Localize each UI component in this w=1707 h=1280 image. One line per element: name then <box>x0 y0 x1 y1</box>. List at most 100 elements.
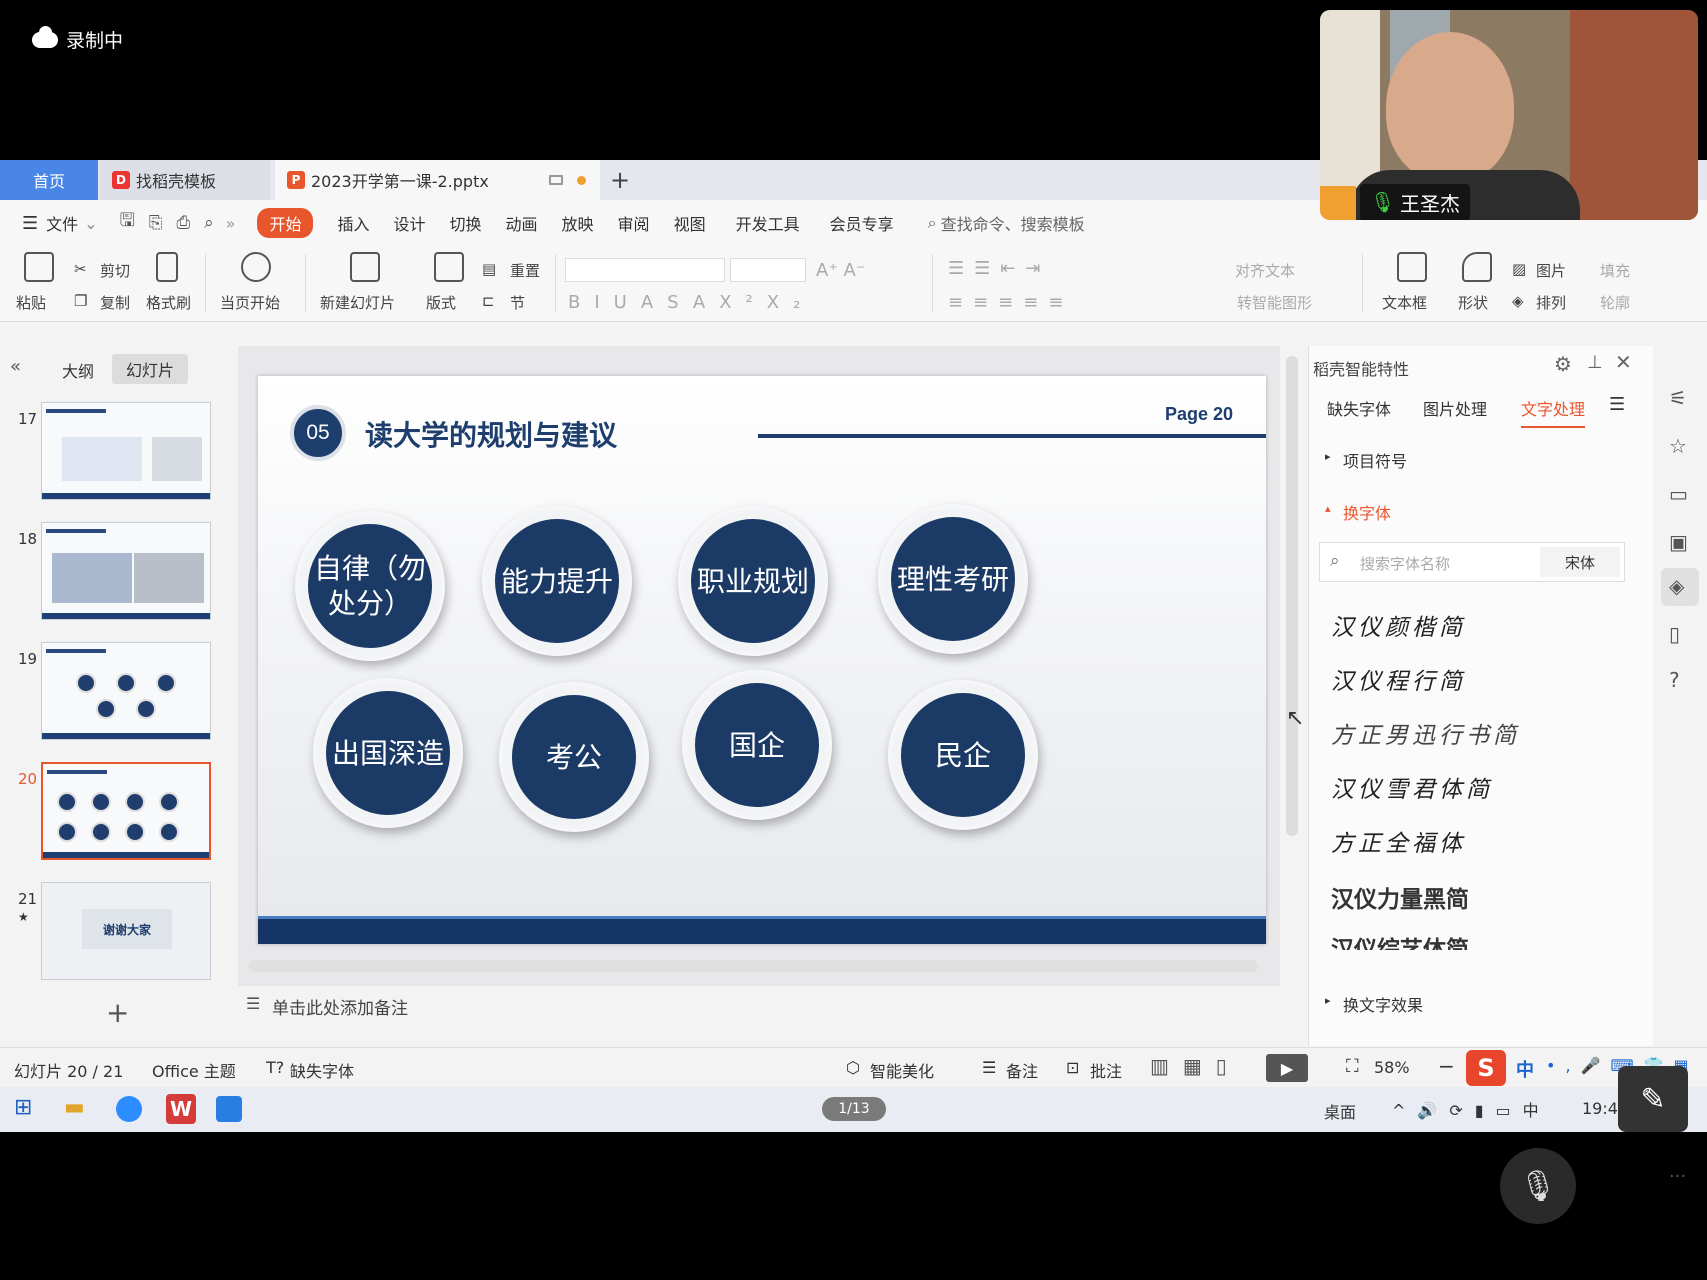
menu-start[interactable]: 开始 <box>257 208 314 238</box>
menu-view[interactable]: 视图 <box>674 211 706 235</box>
tab-image-processing[interactable]: 图片处理 <box>1423 396 1487 420</box>
paste-icon[interactable] <box>24 252 54 282</box>
play-slideshow-button[interactable]: ▶ <box>1266 1054 1308 1082</box>
font-search-box[interactable]: ⌕ 搜索字体名称 宋体 <box>1319 542 1625 582</box>
new-slide-icon[interactable] <box>350 252 380 282</box>
meeting-app-icon[interactable] <box>216 1096 242 1122</box>
outline-button[interactable]: 轮廓 <box>1600 292 1630 313</box>
menu-transition[interactable]: 切换 <box>450 211 482 235</box>
bullet-section[interactable]: 项目符号 <box>1343 448 1407 472</box>
slide-thumbnail-20-selected[interactable] <box>41 762 211 860</box>
font-option[interactable]: 方正男迅行书简 <box>1331 716 1520 750</box>
panel-title[interactable]: 稻壳智能特性 <box>1313 356 1409 380</box>
font-search-input[interactable]: 搜索字体名称 <box>1360 553 1450 574</box>
collapse-panel-icon[interactable]: « <box>10 356 21 377</box>
file-explorer-icon[interactable]: ▬ <box>64 1095 85 1120</box>
zoom-level[interactable]: 58% <box>1374 1058 1410 1077</box>
menu-member[interactable]: 会员专享 <box>830 211 894 235</box>
align-text-button[interactable]: 对齐文本 <box>1235 260 1295 281</box>
font-size-select[interactable] <box>730 258 806 282</box>
new-tab-plus-icon[interactable]: + <box>610 166 630 194</box>
ime-mode[interactable]: 中 <box>1516 1056 1534 1082</box>
pin-icon[interactable]: ⊥ <box>1587 352 1603 373</box>
tab-slides[interactable]: 幻灯片 <box>112 354 189 384</box>
participant-video[interactable]: 王圣杰 🎙 <box>1320 10 1698 220</box>
paste-button[interactable]: 粘贴 <box>16 292 46 313</box>
text-format-icons[interactable]: BIUASAX²X₂ <box>568 292 814 313</box>
zoom-app-icon[interactable] <box>116 1096 142 1122</box>
smart-shape-button[interactable]: 转智能图形 <box>1237 292 1312 313</box>
text-effect-section[interactable]: 换文字效果 <box>1343 992 1423 1016</box>
menu-icon[interactable]: ☰ <box>1609 394 1625 415</box>
play-icon[interactable] <box>241 252 271 282</box>
font-option[interactable]: 汉仪雪君体简 <box>1331 770 1493 804</box>
slide-thumbnail-21[interactable]: 谢谢大家 <box>41 882 211 980</box>
zoom-out-icon[interactable]: − <box>1438 1054 1455 1078</box>
picture-button[interactable]: 图片 <box>1536 260 1566 281</box>
textbox-button[interactable]: 文本框 <box>1382 292 1427 313</box>
format-painter-icon[interactable] <box>156 252 178 282</box>
notes-area[interactable]: ☰ 单击此处添加备注 <box>238 986 1288 1046</box>
more-chevron-icon[interactable]: » <box>226 214 236 233</box>
file-menu[interactable]: 文件 <box>46 211 78 235</box>
tab-missing-font[interactable]: 缺失字体 <box>1327 396 1391 420</box>
tab-daoke-templates[interactable]: D 找稻壳模板 <box>100 160 270 200</box>
book-icon[interactable]: ▯ <box>1669 622 1680 646</box>
notes-toggle-button[interactable]: 备注 <box>1006 1058 1038 1082</box>
menu-design[interactable]: 设计 <box>393 211 425 235</box>
tab-text-processing[interactable]: 文字处理 <box>1521 396 1586 428</box>
list-icons[interactable]: ☰☰⇤⇥ <box>948 258 1050 279</box>
comment-icon[interactable]: ▭ <box>1669 482 1688 506</box>
play-from-current-button[interactable]: 当页开始 <box>220 292 280 313</box>
menu-animation[interactable]: 动画 <box>506 211 538 235</box>
layout-icon[interactable] <box>434 252 464 282</box>
command-search-input[interactable]: 查找命令、搜索模板 <box>941 211 1085 235</box>
theme-name[interactable]: Office 主题 <box>152 1058 236 1082</box>
scroll-thumb[interactable] <box>1286 356 1298 836</box>
preview-icon[interactable]: ⌕ <box>204 213 214 233</box>
change-font-section[interactable]: 换字体 <box>1343 500 1391 524</box>
font-name-select[interactable] <box>565 258 725 282</box>
tab-home[interactable]: 首页 <box>0 160 98 200</box>
add-slide-plus-icon[interactable]: + <box>106 996 129 1029</box>
system-tray-icons[interactable]: ^🔊⟳▮▭中 <box>1392 1097 1551 1121</box>
menu-developer[interactable]: 开发工具 <box>736 211 800 235</box>
fit-window-icon[interactable]: ⛶ <box>1346 1056 1359 1077</box>
comment-toggle-button[interactable]: 批注 <box>1090 1058 1122 1082</box>
settings-sliders-icon[interactable]: ⚟ <box>1669 386 1687 410</box>
menu-review[interactable]: 审阅 <box>618 211 650 235</box>
save-icon[interactable]: 🖫 <box>120 208 135 238</box>
tab-outline[interactable]: 大纲 <box>62 358 94 382</box>
smart-beautify-button[interactable]: 智能美化 <box>870 1058 934 1082</box>
current-slide[interactable]: 05 读大学的规划与建议 Page 20 自律（勿处分） 能力提升 职业规划 理… <box>258 376 1266 944</box>
cut-button[interactable]: 剪切 <box>100 260 130 281</box>
shape-button[interactable]: 形状 <box>1458 292 1488 313</box>
slide-thumbnail-17[interactable] <box>41 402 211 500</box>
image-icon[interactable]: ▣ <box>1669 530 1688 554</box>
windows-start-icon[interactable]: ⊞ <box>14 1095 32 1120</box>
reset-button[interactable]: 重置 <box>510 260 540 281</box>
desktop-label[interactable]: 桌面 <box>1324 1099 1356 1123</box>
help-icon[interactable]: ? <box>1669 668 1680 692</box>
close-icon[interactable]: ✕ <box>1615 350 1632 374</box>
slide-thumbnail-19[interactable] <box>41 642 211 740</box>
arrange-button[interactable]: 排列 <box>1536 292 1566 313</box>
print-icon[interactable]: ⎙ <box>177 213 191 233</box>
view-mode-icons[interactable]: ▥▦▯ <box>1150 1054 1241 1078</box>
vertical-scrollbar[interactable] <box>1280 346 1304 986</box>
mute-mic-icon[interactable]: 🎙 <box>1500 1148 1576 1224</box>
tab-document[interactable]: P 2023开学第一课-2.pptx <box>275 160 600 200</box>
font-option[interactable]: 汉仪颜楷简 <box>1331 608 1466 642</box>
format-painter-button[interactable]: 格式刷 <box>146 292 191 313</box>
textbox-icon[interactable] <box>1397 252 1427 282</box>
font-option[interactable]: 汉仪综艺体简 <box>1331 930 1469 950</box>
section-button[interactable]: 节 <box>510 292 525 313</box>
layout-button[interactable]: 版式 <box>426 292 456 313</box>
hamburger-icon[interactable]: ☰ <box>22 213 38 234</box>
font-option[interactable]: 方正全福体 <box>1331 824 1466 858</box>
grow-font-icon[interactable]: A⁺ A⁻ <box>816 260 865 281</box>
fill-button[interactable]: 填充 <box>1600 260 1630 281</box>
horizontal-scrollbar[interactable] <box>248 960 1258 972</box>
annotate-pen-icon[interactable]: ✎ <box>1618 1066 1688 1132</box>
font-option[interactable]: 汉仪力量黑简 <box>1331 880 1469 914</box>
